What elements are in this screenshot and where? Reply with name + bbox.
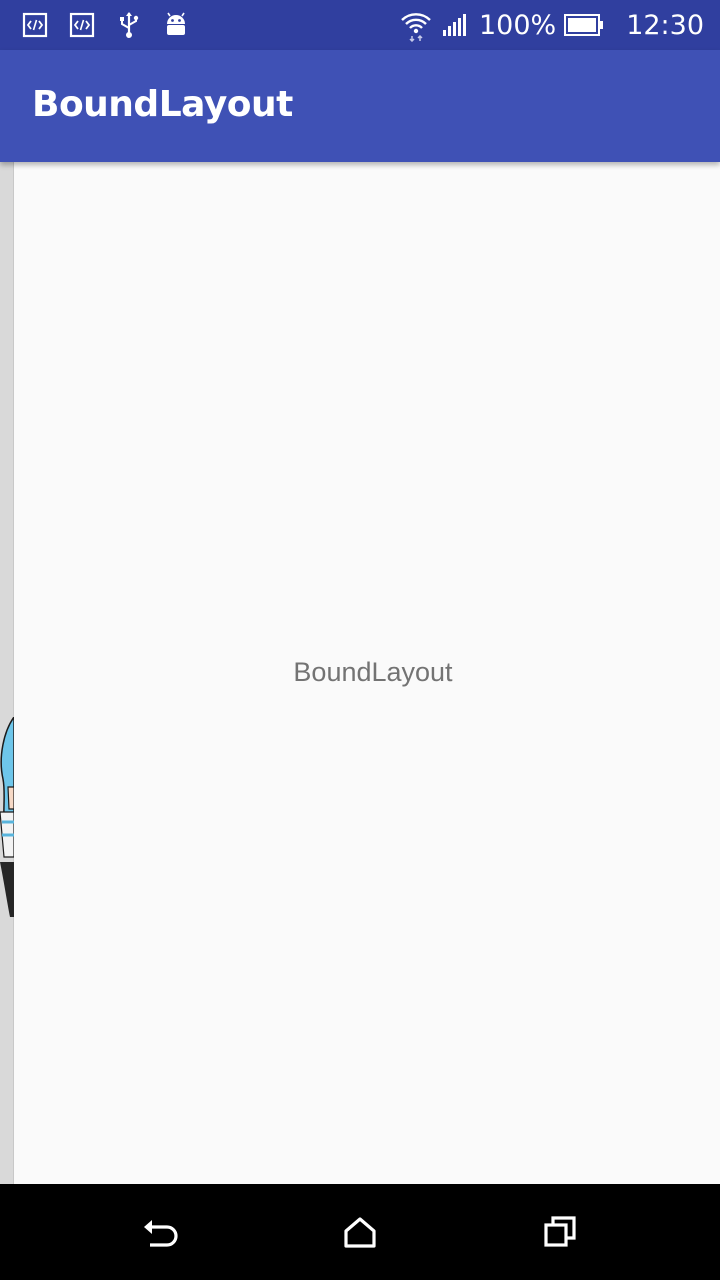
navigation-bar — [0, 1184, 720, 1280]
home-icon[interactable] — [340, 1212, 380, 1252]
character-illustration-edge — [0, 717, 14, 922]
android-icon — [163, 12, 189, 38]
code-icon — [69, 12, 95, 38]
main-content[interactable]: BoundLayout — [0, 162, 720, 1184]
back-icon[interactable] — [140, 1212, 180, 1252]
center-text: BoundLayout — [293, 657, 453, 687]
usb-icon — [116, 12, 142, 38]
app-toolbar: BoundLayout — [0, 50, 720, 162]
battery-icon — [564, 12, 604, 38]
system-status: 100% 12:30 — [399, 6, 704, 44]
phone-screen: 100% 12:30 BoundLayout BoundLayout — [0, 0, 720, 1280]
status-bar: 100% 12:30 — [0, 0, 720, 50]
wifi-icon — [399, 8, 433, 42]
clock: 12:30 — [626, 9, 704, 41]
signal-icon — [441, 12, 471, 38]
toolbar-title: BoundLayout — [32, 84, 293, 125]
battery-percent: 100% — [478, 9, 557, 41]
code-icon — [22, 12, 48, 38]
notification-icons — [22, 9, 189, 41]
recents-icon[interactable] — [540, 1212, 580, 1252]
